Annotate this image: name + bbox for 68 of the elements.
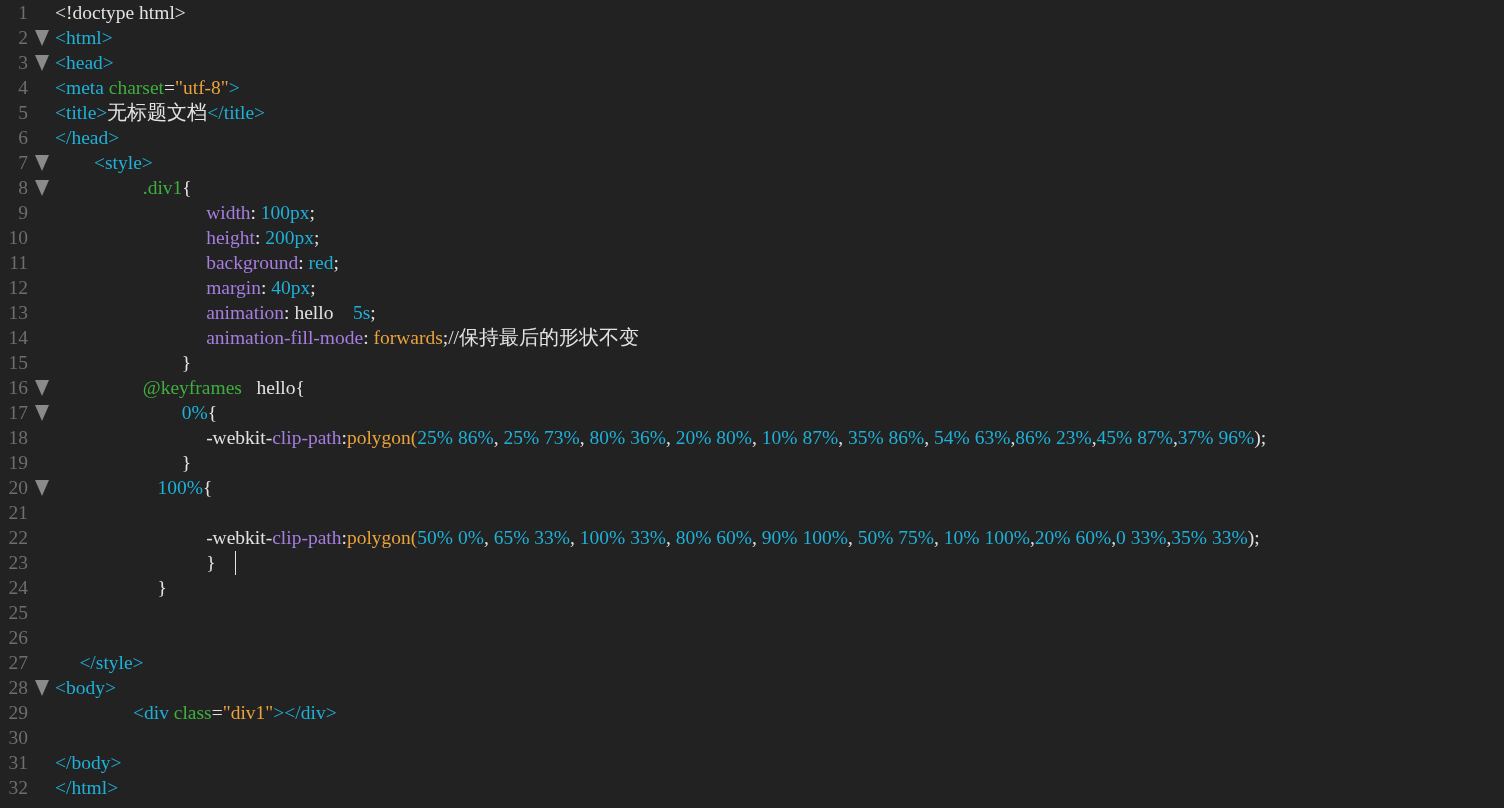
code-line: margin: 40px; [205, 276, 316, 299]
line-number: 24 [7, 576, 28, 599]
code-line: </body> [55, 751, 122, 774]
code-line: } [156, 576, 167, 599]
code-line: @keyframes hello{ [141, 376, 305, 399]
code-line: <meta charset="utf-8"> [55, 76, 240, 99]
line-number: 22 [7, 526, 28, 549]
code-line: <body> [55, 676, 116, 699]
fold-triangle-icon[interactable] [34, 154, 49, 171]
code-line: <head> [55, 51, 114, 74]
line-number: 6 [17, 126, 28, 149]
fold-triangle-icon[interactable] [34, 179, 49, 196]
line-number: 17 [7, 401, 28, 424]
line-number: 18 [7, 426, 28, 449]
line-number: 13 [7, 301, 28, 324]
line-number: 31 [7, 751, 28, 774]
line-number: 19 [7, 451, 28, 474]
line-number: 4 [17, 76, 28, 99]
line-number: 21 [7, 501, 28, 524]
code-line: width: 100px; [205, 201, 315, 224]
fold-triangle-icon[interactable] [34, 479, 49, 496]
fold-triangle-icon[interactable] [34, 679, 49, 696]
code-line: <title>无标题文档</title> [55, 101, 266, 125]
line-number: 9 [17, 201, 28, 224]
code-line: <style> [93, 151, 153, 174]
code-line: } [180, 351, 192, 374]
line-number: 16 [7, 376, 28, 399]
line-number: 3 [17, 51, 28, 74]
line-number: 12 [7, 276, 28, 299]
code-line: </style> [78, 651, 144, 674]
line-number: 26 [7, 626, 28, 649]
code-line: <html> [55, 26, 113, 49]
line-number: 10 [7, 226, 28, 249]
line-number: 8 [17, 176, 28, 199]
fold-triangle-icon[interactable] [34, 29, 49, 46]
code-line: animation-fill-mode: forwards;//保持最后的形状不变 [205, 326, 640, 350]
line-number: 20 [7, 476, 28, 499]
code-line: animation: hello 5s; [205, 301, 376, 324]
code-line: 100%{ [156, 476, 213, 499]
code-line: background: red; [205, 251, 339, 274]
code-line: .div1{ [141, 176, 192, 199]
line-number: 28 [7, 676, 28, 699]
code-line: </html> [55, 776, 119, 799]
line-number: 27 [7, 651, 28, 674]
line-number: 7 [17, 151, 28, 174]
code-line: } [205, 551, 217, 574]
code-line: </head> [55, 126, 120, 149]
fold-triangle-icon[interactable] [34, 404, 49, 421]
code-line: <!doctype html> [55, 1, 186, 24]
code-line: -webkit-clip-path:polygon(25% 86%, 25% 73%, 80% 36%, 20% 80%, 10% 87%, 35% 86%, 54% 63%,86% 23%,45% 87%,37% 96%); [205, 426, 1267, 449]
fold-triangle-icon[interactable] [34, 379, 49, 396]
line-number: 32 [7, 776, 28, 799]
line-number: 30 [7, 726, 28, 749]
line-number: 15 [7, 351, 28, 374]
fold-triangle-icon[interactable] [34, 54, 49, 71]
line-number: 25 [7, 601, 28, 624]
code-line: } [180, 451, 192, 474]
code-line: -webkit-clip-path:polygon(50% 0%, 65% 33%, 100% 33%, 80% 60%, 90% 100%, 50% 75%, 10% 100%,20% 60%,0 33%,35% 33%); [205, 526, 1260, 549]
code-line: height: 200px; [205, 226, 320, 249]
line-number: 2 [17, 26, 28, 49]
code-line: 0%{ [180, 401, 218, 424]
code-line: <div class="div1"></div> [132, 701, 337, 724]
line-number: 23 [7, 551, 28, 574]
line-number: 11 [8, 251, 28, 274]
line-number: 5 [17, 101, 28, 124]
line-number: 29 [7, 701, 28, 724]
line-number: 14 [7, 326, 28, 349]
line-number: 1 [17, 1, 28, 24]
